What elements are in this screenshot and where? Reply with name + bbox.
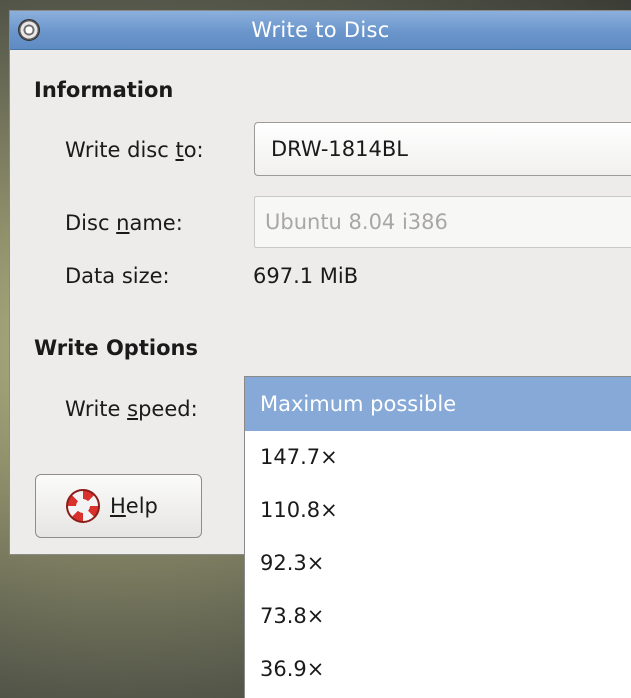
speed-option-36-9x[interactable]: 36.9× xyxy=(245,643,631,696)
help-button-label: Help xyxy=(110,494,158,518)
write-disc-to-value: DRW-1814BL xyxy=(271,137,408,161)
data-size-value: 697.1 MiB xyxy=(253,264,359,288)
write-speed-label: Write speed: xyxy=(65,397,198,421)
title-bar[interactable]: Write to Disc xyxy=(10,11,631,50)
write-options-heading: Write Options xyxy=(34,336,198,360)
write-disc-to-combo[interactable]: DRW-1814BL xyxy=(254,122,631,176)
speed-option-147-7x[interactable]: 147.7× xyxy=(245,431,631,484)
speed-option-92-3x[interactable]: 92.3× xyxy=(245,537,631,590)
speed-option-73-8x[interactable]: 73.8× xyxy=(245,590,631,643)
write-disc-to-label: Write disc to: xyxy=(65,138,204,162)
data-size-label: Data size: xyxy=(65,264,170,288)
window-title: Write to Disc xyxy=(251,18,390,42)
disc-name-field[interactable]: Ubuntu 8.04 i386 xyxy=(254,196,631,248)
speed-option-maximum[interactable]: Maximum possible xyxy=(245,377,631,431)
disc-name-label: Disc name: xyxy=(65,211,183,235)
write-speed-dropdown[interactable]: Maximum possible 147.7× 110.8× 92.3× 73.… xyxy=(244,376,631,698)
information-heading: Information xyxy=(34,78,174,102)
lifebuoy-icon xyxy=(66,489,100,523)
speed-option-110-8x[interactable]: 110.8× xyxy=(245,484,631,537)
disc-name-placeholder: Ubuntu 8.04 i386 xyxy=(265,210,448,234)
help-button[interactable]: Help xyxy=(35,474,202,538)
